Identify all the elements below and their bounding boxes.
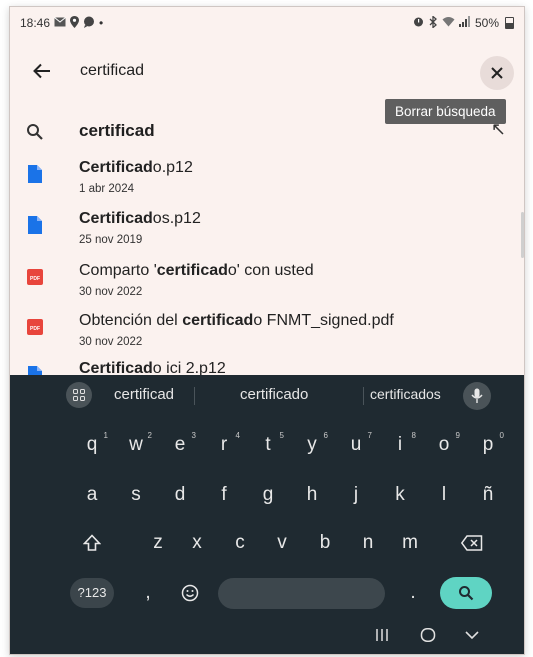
key-w[interactable]: w2 <box>114 425 158 465</box>
search-key[interactable] <box>440 577 492 609</box>
keyboard-suggestion[interactable]: certificados <box>370 386 441 402</box>
key-n[interactable]: n <box>346 523 390 563</box>
key-y[interactable]: y6 <box>290 425 334 465</box>
key-v[interactable]: v <box>260 523 304 563</box>
key-f[interactable]: f <box>202 475 246 515</box>
status-bar: 18:46 • 50% <box>10 7 524 39</box>
chat-icon <box>83 16 95 31</box>
result-name: Obtención del certificado FNMT_signed.pd… <box>79 312 394 329</box>
key-u[interactable]: u7 <box>334 425 378 465</box>
key-a[interactable]: a <box>70 475 114 515</box>
keyboard-suggestion[interactable]: certificad <box>114 386 174 403</box>
clear-search-tooltip: Borrar búsqueda <box>385 99 506 124</box>
wifi-icon <box>442 16 455 30</box>
key-r[interactable]: r4 <box>202 425 246 465</box>
back-arrow-icon[interactable] <box>28 57 56 85</box>
key-m[interactable]: m <box>388 523 432 563</box>
pdf-icon: PDF <box>27 319 43 335</box>
bluetooth-icon <box>428 14 438 31</box>
symbols-key[interactable]: ?123 <box>70 578 114 608</box>
key-j[interactable]: j <box>334 475 378 515</box>
key-x[interactable]: x <box>175 523 219 563</box>
key-t[interactable]: t5 <box>246 425 290 465</box>
result-name: Certificado.p12 <box>79 159 193 176</box>
key-q[interactable]: q1 <box>70 425 114 465</box>
search-input[interactable]: certificad <box>80 62 144 80</box>
svg-text:PDF: PDF <box>30 326 40 332</box>
emoji-key[interactable] <box>168 573 212 613</box>
key-e[interactable]: e3 <box>158 425 202 465</box>
scrollbar-thumb[interactable] <box>521 212 524 258</box>
svg-text:PDF: PDF <box>30 276 40 282</box>
alarm-icon <box>413 16 424 30</box>
period-key[interactable]: . <box>391 573 435 613</box>
key-s[interactable]: s <box>114 475 158 515</box>
search-icon <box>27 124 43 140</box>
key-c[interactable]: c <box>218 523 262 563</box>
hide-keyboard-chevron-down-icon[interactable] <box>464 628 480 646</box>
key-l[interactable]: l <box>422 475 466 515</box>
space-bar[interactable] <box>218 578 385 609</box>
shift-icon <box>82 534 102 551</box>
file-icon <box>28 216 42 234</box>
backspace-icon <box>460 535 483 551</box>
location-icon <box>70 15 80 31</box>
status-dot: • <box>99 16 104 30</box>
grid-icon[interactable] <box>66 382 92 408</box>
status-right: 50% <box>413 14 514 31</box>
key-g[interactable]: g <box>246 475 290 515</box>
key-d[interactable]: d <box>158 475 202 515</box>
keyboard-suggestion-bar: certificad certificado certificados <box>10 375 524 417</box>
comma-key[interactable]: , <box>126 573 170 613</box>
backspace-key[interactable] <box>450 523 494 563</box>
result-date: 1 abr 2024 <box>79 183 134 195</box>
result-item[interactable]: PDF Comparto 'certificado' con usted 30 … <box>10 260 524 310</box>
key-o[interactable]: o9 <box>422 425 466 465</box>
key-n-tilde[interactable]: ñ <box>466 475 510 515</box>
battery-icon <box>505 17 514 29</box>
key-h[interactable]: h <box>290 475 334 515</box>
key-k[interactable]: k <box>378 475 422 515</box>
clear-search-button[interactable] <box>480 56 514 90</box>
result-date: 30 nov 2022 <box>79 336 143 348</box>
key-p[interactable]: p0 <box>466 425 510 465</box>
search-bar: certificad <box>10 49 524 93</box>
result-name: Certificados.p12 <box>79 210 201 227</box>
phone-screen: 18:46 • 50% certificad certificad ↖ Cert… <box>9 6 525 655</box>
recent-apps-icon[interactable] <box>374 628 390 646</box>
signal-icon <box>458 16 471 30</box>
suggestion-text: certificad <box>79 121 155 140</box>
home-icon[interactable] <box>420 628 436 646</box>
suggestion-divider <box>194 387 195 405</box>
keyboard: certificad certificado certificados q1 w… <box>10 375 524 654</box>
microphone-icon[interactable] <box>463 382 491 410</box>
search-icon <box>459 586 474 601</box>
result-name: Comparto 'certificado' con usted <box>79 262 314 279</box>
emoji-icon <box>181 584 199 602</box>
result-date: 25 nov 2019 <box>79 234 143 246</box>
file-icon <box>28 165 42 183</box>
status-left: 18:46 • <box>20 15 104 31</box>
battery-percent: 50% <box>474 16 499 30</box>
result-item[interactable]: Certificados.p12 25 nov 2019 <box>10 208 524 258</box>
suggestion-divider <box>363 387 364 405</box>
close-icon <box>491 67 503 79</box>
result-item[interactable]: Certificado.p12 1 abr 2024 <box>10 157 524 207</box>
key-b[interactable]: b <box>303 523 347 563</box>
pdf-icon: PDF <box>27 269 43 285</box>
keyboard-suggestion[interactable]: certificado <box>240 386 308 403</box>
result-date: 30 nov 2022 <box>79 286 143 298</box>
mail-icon <box>54 16 66 30</box>
status-time: 18:46 <box>20 16 51 30</box>
shift-key[interactable] <box>70 523 114 563</box>
key-z[interactable]: z <box>136 523 180 563</box>
key-i[interactable]: i8 <box>378 425 422 465</box>
result-item[interactable]: PDF Obtención del certificado FNMT_signe… <box>10 310 524 360</box>
